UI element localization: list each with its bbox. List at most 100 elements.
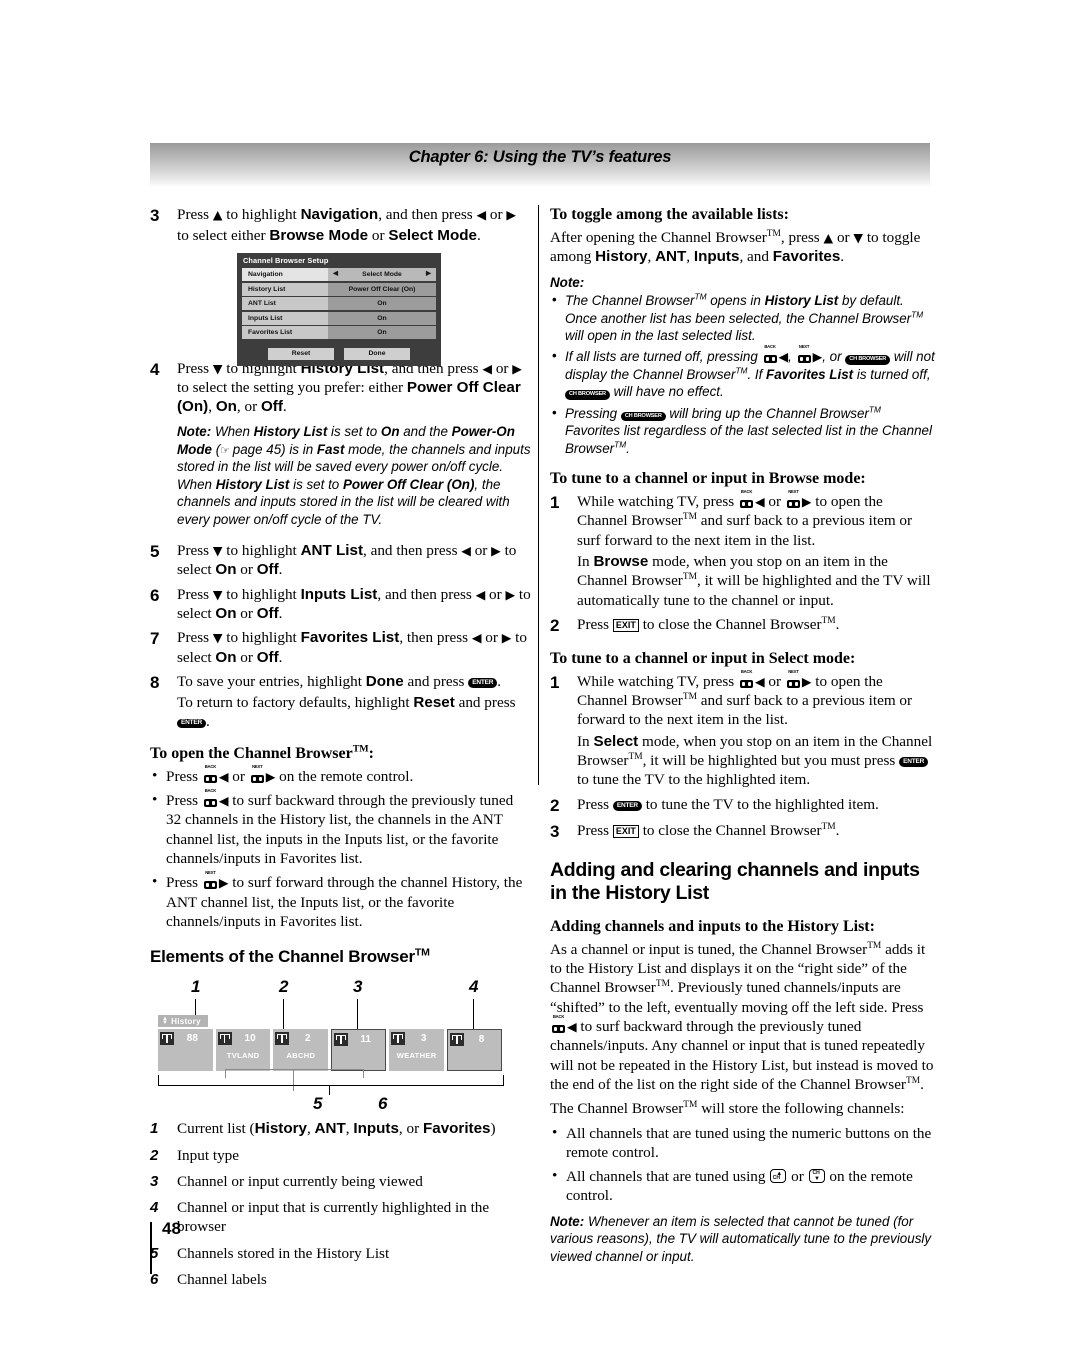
step-6-t3: , and then press (377, 585, 476, 603)
reset-button[interactable]: Reset (268, 347, 334, 360)
updown-caret-icon: ▲ ▼ (162, 1015, 169, 1027)
osd-row-favorites-list[interactable]: Favorites List On (242, 326, 436, 339)
ant-icon (391, 1031, 406, 1045)
callout-1: 1 (191, 977, 201, 997)
legend-text: Channels stored in the History List (177, 1244, 390, 1262)
channel-browser-strip: 88 10 TVLAND 2 ABCHD 11 3 WEATHER 8 (158, 1029, 502, 1072)
browse-step-2-number: 2 (550, 615, 560, 635)
arrow-right-icon: ▶ (265, 768, 276, 784)
browser-cell[interactable]: 10 TVLAND (215, 1029, 271, 1072)
legend-number: 5 (150, 1244, 159, 1262)
osd-buttons: Reset Done (237, 345, 441, 366)
browser-cell-highlighted[interactable]: 8 (446, 1029, 502, 1072)
done-button[interactable]: Done (344, 347, 410, 360)
browser-cell[interactable]: 3 WEATHER (389, 1029, 444, 1072)
arrow-right-icon: ▶ (801, 673, 812, 689)
ant-icon (275, 1031, 290, 1045)
next-key-icon: NEXT (250, 764, 265, 783)
step-3-body: Press ▲ to highlight Navigation, and the… (177, 205, 532, 246)
enter-key-icon: ENTER (899, 757, 929, 767)
legend-text: Channel or input currently being viewed (177, 1172, 423, 1190)
select-step-1-body: While watching TV, press BACK ◀ or NEXT ▶ … (577, 669, 935, 790)
ss1-p2-t3: , it will be highlighted but you must pr… (642, 751, 900, 769)
note-t2: is set to (327, 424, 381, 440)
callout-3: 3 (353, 977, 363, 997)
osd-value[interactable]: ◀ Select Mode ▶ (328, 268, 436, 281)
elements-heading-text: Elements of the Channel Browser (150, 947, 415, 967)
step-6-on: On (215, 604, 237, 622)
trademark-icon: TM (628, 751, 643, 762)
osd-row-navigation[interactable]: Navigation ◀ Select Mode ▶ (242, 268, 436, 281)
arrow-left-icon: ◀ (218, 793, 229, 809)
osd-row-ant-list[interactable]: ANT List On (242, 297, 436, 310)
enter-key-icon: ENTER (612, 801, 642, 811)
tn2-t1: If all lists are turned off, pressing (565, 349, 762, 365)
legend-1-t1: Current list ( (177, 1120, 255, 1138)
legend-1-ant: ANT (314, 1120, 346, 1138)
browser-cell[interactable]: 88 (158, 1029, 213, 1072)
step-6-t1: Press (177, 585, 213, 603)
ss1-p2-t1: In (577, 732, 594, 750)
step-4-t5: to select the setting you prefer: either (177, 378, 407, 396)
channel-browser-setup-osd: Channel Browser Setup Navigation ◀ Selec… (237, 253, 441, 366)
legend-row: 6 Channel labels (150, 1270, 532, 1289)
browser-cell[interactable]: 2 ABCHD (273, 1029, 329, 1072)
tl-t2: , press (780, 229, 824, 247)
step-7-t6: or (236, 648, 257, 666)
browser-cell-current[interactable]: 11 (331, 1029, 387, 1072)
open-browser-heading-colon: : (368, 744, 374, 762)
ch-browser-key-icon: CH BROWSER (620, 411, 666, 422)
history-list-brace (158, 1075, 504, 1087)
osd-value[interactable]: On (328, 311, 436, 325)
back-key-icon: BACK (203, 788, 218, 808)
tn2-t6: is turned off, (853, 366, 931, 382)
step-6-off: Off (256, 604, 279, 622)
ss2-t1: Press (577, 795, 613, 813)
browse-step-1-number: 1 (550, 493, 560, 513)
osd-value[interactable]: Power Off Clear (On) (328, 282, 436, 296)
osd-row-history-list[interactable]: History List Power Off Clear (On) (242, 282, 436, 296)
step-5-t1: Press (177, 542, 213, 560)
select-step-3-body: Press EXIT to close the Channel BrowserT… (577, 821, 935, 843)
osd-value[interactable]: On (328, 326, 436, 339)
step-4-body: Press ▼ to highlight History List, and t… (177, 359, 532, 536)
caret-left-icon[interactable]: ◀ (333, 271, 338, 278)
tn1-t1: The Channel Browser (565, 293, 695, 309)
osd-label: Inputs List (242, 311, 328, 325)
tl-t7: , and (739, 248, 773, 266)
step-7-number: 7 (150, 629, 160, 649)
ss1-select: Select (593, 732, 639, 750)
ob-b3-t1: Press (166, 874, 202, 892)
step-3-select-mode: Select Mode (388, 227, 477, 245)
ob-b1-t2: or (228, 767, 249, 785)
list-item: All channels that are tuned using ▲CH or… (552, 1166, 935, 1206)
bs2-t2: to close the Channel Browser (638, 615, 822, 633)
step-8-done: Done (365, 672, 404, 690)
step-6-body: Press ▼ to highlight Inputs List, and th… (177, 585, 532, 624)
step-8-body: To save your entries, highlight Done and… (177, 672, 532, 732)
column-divider (538, 205, 539, 785)
note-t3: and the (399, 424, 452, 440)
tn2-t3: , or (822, 349, 846, 365)
step-4-t8: . (282, 398, 287, 416)
tn3-t2: will bring up the Channel Browser (665, 405, 869, 421)
arrow-right-icon: ▶ (801, 494, 812, 510)
exit-key-icon: EXIT (612, 825, 639, 838)
trademark-icon: TM (766, 229, 781, 240)
osd-value[interactable]: On (328, 297, 436, 310)
exit-key-icon: EXIT (612, 618, 639, 632)
step-4-on: On (215, 398, 237, 416)
caret-right-icon[interactable]: ▶ (426, 271, 431, 278)
osd-row-inputs-list[interactable]: Inputs List On (242, 311, 436, 325)
next-key-icon: NEXT (797, 344, 812, 364)
bs2-t3: . (835, 615, 840, 633)
step-7-off: Off (256, 648, 279, 666)
adding-note-text: Whenever an item is selected that cannot… (550, 1213, 932, 1264)
adding-bullets: All channels that are tuned using the nu… (550, 1123, 935, 1206)
select-mode-heading: To tune to a channel or input in Select … (550, 649, 856, 667)
left-column: 3 Press ▲ to highlight Navigation, and t… (150, 205, 532, 1296)
step-5-off: Off (256, 561, 279, 579)
tl-favorites: Favorites (772, 248, 841, 266)
osd-label: ANT List (242, 297, 328, 310)
step-3-t3: , and then press (378, 206, 477, 223)
